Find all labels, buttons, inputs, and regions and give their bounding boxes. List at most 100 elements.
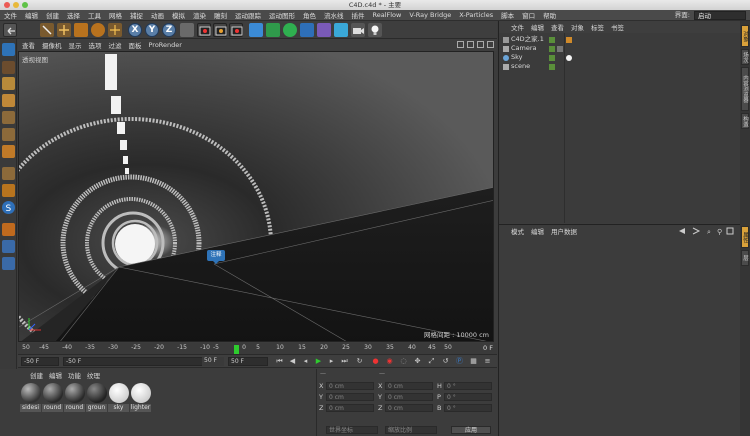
tag-icon[interactable] xyxy=(566,37,572,43)
menu-animate[interactable]: 动画 xyxy=(151,10,164,20)
edges-mode-icon[interactable] xyxy=(2,128,15,141)
subdivision-surface-icon[interactable] xyxy=(283,23,297,37)
model-mode-icon[interactable] xyxy=(2,61,15,74)
position-x-field[interactable]: 0 cm xyxy=(326,382,374,390)
viewport-menu-view[interactable]: 查看 xyxy=(22,40,35,50)
viewport-menu-cameras[interactable]: 摄像机 xyxy=(42,40,62,50)
annotation-tag[interactable]: 注释 xyxy=(207,250,225,264)
menu-x-particles[interactable]: X-Particles xyxy=(459,11,493,19)
material-menu-texture[interactable]: 纹理 xyxy=(87,370,100,380)
object-row[interactable]: C4D之家.1 xyxy=(499,35,741,44)
undo-icon[interactable] xyxy=(3,23,17,37)
zoom-icon[interactable] xyxy=(467,41,474,48)
coordinate-mode-select[interactable]: 世界坐标 xyxy=(326,426,378,434)
rotate-icon[interactable] xyxy=(91,23,105,37)
z-axis-lock-icon[interactable]: Z xyxy=(162,23,176,37)
lock-workplane-icon[interactable] xyxy=(2,223,15,236)
menu-simulate[interactable]: 模拟 xyxy=(172,10,185,20)
play-icon[interactable]: ▶ xyxy=(314,357,323,366)
position-key-icon[interactable]: ✥ xyxy=(413,357,422,366)
om-menu-edit[interactable]: 编辑 xyxy=(531,22,544,32)
apply-button[interactable]: 应用 xyxy=(451,426,491,434)
recent-tools-icon[interactable] xyxy=(108,23,122,37)
attr-menu-mode[interactable]: 模式 xyxy=(511,226,524,236)
texture-mode-icon[interactable] xyxy=(2,77,15,90)
menu-sculpt[interactable]: 雕刻 xyxy=(214,10,227,20)
preview-range-slider[interactable]: -50 F xyxy=(63,357,221,366)
material-swatch[interactable]: round xyxy=(42,383,63,412)
menu-edit[interactable]: 编辑 xyxy=(25,10,38,20)
viewport-menu-panel[interactable]: 面板 xyxy=(129,40,142,50)
playhead[interactable] xyxy=(234,345,239,354)
tweak-mode-icon[interactable] xyxy=(2,184,15,197)
position-y-field[interactable]: 0 cm xyxy=(326,393,374,401)
light-icon[interactable] xyxy=(368,23,382,37)
go-to-end-icon[interactable]: ⏭ xyxy=(340,357,349,366)
pen-spline-icon[interactable] xyxy=(266,23,280,37)
tab-content-browser[interactable]: 内容浏览器 xyxy=(741,67,749,111)
render-settings-icon[interactable] xyxy=(229,23,243,37)
floor-icon[interactable] xyxy=(334,23,348,37)
material-swatch[interactable]: lighter xyxy=(130,383,151,412)
deformer-icon[interactable] xyxy=(317,23,331,37)
menu-realflow[interactable]: RealFlow xyxy=(373,11,402,19)
previous-frame-icon[interactable]: ◂ xyxy=(301,357,310,366)
pla-key-icon[interactable]: ▦ xyxy=(469,357,478,366)
menu-render[interactable]: 渲染 xyxy=(193,10,206,20)
y-axis-lock-icon[interactable]: Y xyxy=(145,23,159,37)
points-mode-icon[interactable] xyxy=(2,111,15,124)
keyframe-selection-icon[interactable]: ◌ xyxy=(399,357,408,366)
menu-character[interactable]: 角色 xyxy=(303,10,316,20)
coordinate-system-icon[interactable] xyxy=(180,23,194,37)
scale-key-icon[interactable]: ⤢ xyxy=(427,357,436,366)
viewport-menu-filter[interactable]: 过滤 xyxy=(109,40,122,50)
viewport-menu-display[interactable]: 显示 xyxy=(69,40,82,50)
tab-objects[interactable]: 对象 xyxy=(741,25,749,47)
object-row[interactable]: scene xyxy=(499,62,741,71)
tab-structure[interactable]: 构造 xyxy=(741,113,749,129)
menu-vray-bridge[interactable]: V-Ray Bridge xyxy=(409,11,451,19)
minimize-window-icon[interactable] xyxy=(13,2,19,8)
previous-key-icon[interactable]: ◀ xyxy=(288,357,297,366)
rotation-p-field[interactable]: 0 ° xyxy=(444,393,492,401)
go-to-start-icon[interactable]: ⏮ xyxy=(275,357,284,366)
target-tag-icon[interactable] xyxy=(557,46,563,52)
menu-mograph[interactable]: 运动图形 xyxy=(269,10,295,20)
om-menu-file[interactable]: 文件 xyxy=(511,22,524,32)
visibility-toggle-icon[interactable] xyxy=(549,64,555,70)
menu-motion-tracking[interactable]: 运动跟踪 xyxy=(235,10,261,20)
polygons-mode-icon[interactable] xyxy=(2,145,15,158)
viewport-menu-options[interactable]: 选项 xyxy=(89,40,102,50)
position-z-field[interactable]: 0 cm xyxy=(326,404,374,412)
rotation-h-field[interactable]: 0 ° xyxy=(444,382,492,390)
parameter-key-icon[interactable]: Ⓟ xyxy=(455,357,464,366)
quantize-icon[interactable] xyxy=(2,257,15,270)
material-swatch[interactable]: sidesi xyxy=(20,383,41,412)
record-keys-icon[interactable]: ● xyxy=(371,357,380,366)
material-swatch[interactable]: round xyxy=(64,383,85,412)
menu-file[interactable]: 文件 xyxy=(4,10,17,20)
loop-icon[interactable]: ↻ xyxy=(355,357,364,366)
menu-plugins[interactable]: 插件 xyxy=(352,10,365,20)
pan-icon[interactable] xyxy=(457,41,464,48)
camera-icon[interactable] xyxy=(351,23,365,37)
size-x-field[interactable]: 0 cm xyxy=(385,382,433,390)
om-menu-objects[interactable]: 对象 xyxy=(571,22,584,32)
material-menu-create[interactable]: 创建 xyxy=(30,370,43,380)
viewport-menu-prorender[interactable]: ProRender xyxy=(149,41,182,49)
auto-keying-icon[interactable]: ◉ xyxy=(385,357,394,366)
menu-window[interactable]: 窗口 xyxy=(522,10,535,20)
material-menu-edit[interactable]: 编辑 xyxy=(49,370,62,380)
material-tag-icon[interactable] xyxy=(566,55,572,61)
visibility-toggle-icon[interactable] xyxy=(549,37,555,43)
object-row[interactable]: Sky xyxy=(499,53,741,62)
attr-menu-edit[interactable]: 编辑 xyxy=(531,226,544,236)
om-menu-tags[interactable]: 标签 xyxy=(591,22,604,32)
perspective-viewport[interactable]: 透视视图 网格间距 : 10000 cm 注释 xyxy=(18,51,494,342)
render-view-icon[interactable] xyxy=(197,23,211,37)
material-swatch[interactable]: sky xyxy=(108,383,129,412)
workplane-icon[interactable] xyxy=(2,94,15,107)
rotation-b-field[interactable]: 0 ° xyxy=(444,404,492,412)
snap-icon[interactable]: S xyxy=(2,201,15,214)
timeline-menu-icon[interactable]: ≡ xyxy=(483,357,492,366)
